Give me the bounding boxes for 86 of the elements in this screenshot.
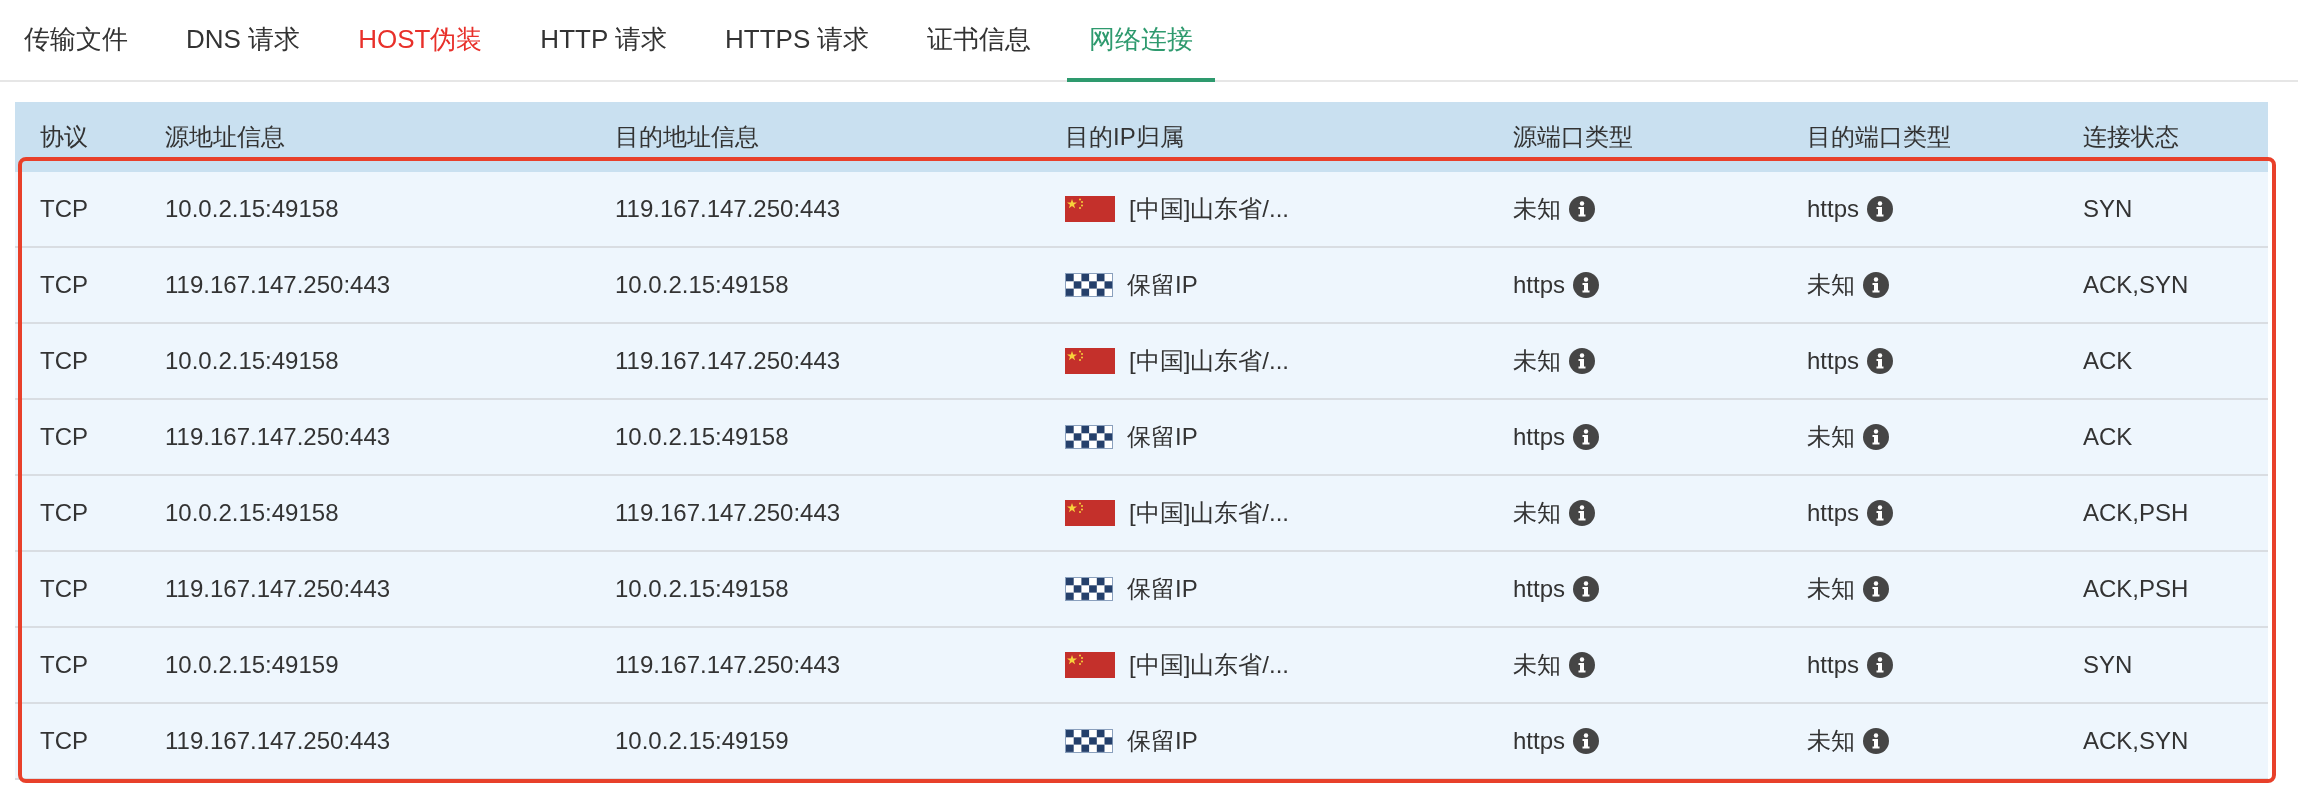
destination-port-cell-text: https bbox=[1807, 346, 1860, 376]
source-address-cell: 119.167.147.250:443 bbox=[165, 575, 391, 602]
ip-location-cell-text: [中国]山东省/... bbox=[1129, 498, 1289, 528]
info-icon[interactable] bbox=[1867, 348, 1894, 374]
source-address-cell: 119.167.147.250:443 bbox=[165, 271, 391, 298]
ip-location-cell-text: [中国]山东省/... bbox=[1129, 346, 1289, 376]
column-header: 目的地址信息 bbox=[614, 122, 760, 152]
info-icon[interactable] bbox=[1573, 728, 1600, 754]
source-address-cell: 119.167.147.250:443 bbox=[165, 727, 391, 754]
info-icon[interactable] bbox=[1863, 272, 1889, 298]
protocol-cell: TCP bbox=[40, 575, 88, 602]
protocol-cell: TCP bbox=[40, 651, 88, 678]
connection-state-cell: ACK bbox=[2083, 423, 2133, 450]
column-header: 协议 bbox=[39, 122, 89, 152]
protocol-cell: TCP bbox=[40, 271, 88, 298]
connection-state-cell: ACK bbox=[2083, 347, 2133, 374]
connection-state-cell: SYN bbox=[2083, 651, 2133, 678]
info-icon[interactable] bbox=[1569, 348, 1595, 374]
column-header: 目的IP归属 bbox=[1064, 122, 1185, 152]
tab[interactable]: 证书信息 bbox=[905, 0, 1054, 82]
tab[interactable]: 传输文件 bbox=[2, 0, 150, 82]
column-header: 源端口类型 bbox=[1512, 122, 1634, 152]
source-address-cell: 10.0.2.15:49158 bbox=[165, 347, 339, 374]
source-port-cell-text: https bbox=[1513, 270, 1566, 300]
source-port-cell-text: 未知 bbox=[1513, 346, 1561, 376]
column-header: 目的端口类型 bbox=[1806, 122, 1952, 152]
destination-address-cell: 119.167.147.250:443 bbox=[615, 347, 841, 374]
connection-state-cell: ACK,SYN bbox=[2083, 271, 2189, 298]
info-icon[interactable] bbox=[1569, 196, 1595, 222]
tab[interactable]: HTTP 请求 bbox=[518, 0, 689, 82]
protocol-cell: TCP bbox=[40, 727, 88, 754]
protocol-cell: TCP bbox=[40, 347, 88, 374]
tab[interactable]: HOST伪装 bbox=[336, 0, 505, 82]
destination-address-cell: 119.167.147.250:443 bbox=[615, 651, 841, 678]
connection-state-cell: ACK,SYN bbox=[2083, 727, 2189, 754]
source-address-cell: 10.0.2.15:49158 bbox=[165, 499, 339, 526]
destination-address-cell: 10.0.2.15:49158 bbox=[615, 575, 789, 602]
destination-address-cell: 10.0.2.15:49159 bbox=[615, 727, 789, 754]
info-icon[interactable] bbox=[1573, 424, 1600, 450]
ip-location-cell-text: 保留IP bbox=[1127, 726, 1198, 756]
destination-address-cell: 10.0.2.15:49158 bbox=[615, 423, 789, 450]
connection-state-cell: ACK,PSH bbox=[2083, 499, 2189, 526]
source-address-cell: 119.167.147.250:443 bbox=[165, 423, 391, 450]
ip-location-cell-text: 保留IP bbox=[1127, 422, 1198, 452]
protocol-cell: TCP bbox=[40, 195, 88, 222]
source-port-cell-text: https bbox=[1513, 422, 1566, 452]
ip-location-cell-text: [中国]山东省/... bbox=[1129, 650, 1289, 680]
info-icon[interactable] bbox=[1867, 652, 1894, 678]
destination-port-cell-text: 未知 bbox=[1807, 574, 1855, 604]
connection-state-cell: SYN bbox=[2083, 195, 2133, 222]
protocol-cell: TCP bbox=[40, 499, 88, 526]
source-port-cell-text: 未知 bbox=[1513, 650, 1561, 680]
destination-port-cell-text: 未知 bbox=[1807, 726, 1855, 756]
tab[interactable]: 网络连接 bbox=[1067, 0, 1216, 82]
info-icon[interactable] bbox=[1569, 652, 1595, 678]
info-icon[interactable] bbox=[1863, 576, 1889, 602]
info-icon[interactable] bbox=[1573, 576, 1600, 602]
source-port-cell-text: 未知 bbox=[1513, 194, 1561, 224]
info-icon[interactable] bbox=[1867, 196, 1894, 222]
info-icon[interactable] bbox=[1863, 424, 1889, 450]
source-address-cell: 10.0.2.15:49159 bbox=[165, 651, 339, 678]
destination-address-cell: 10.0.2.15:49158 bbox=[615, 271, 789, 298]
info-icon[interactable] bbox=[1569, 500, 1595, 526]
protocol-cell: TCP bbox=[40, 423, 88, 450]
ip-location-cell-text: 保留IP bbox=[1127, 574, 1198, 604]
column-header: 连接状态 bbox=[2082, 122, 2180, 152]
destination-port-cell-text: https bbox=[1807, 650, 1860, 680]
destination-port-cell-text: 未知 bbox=[1807, 270, 1855, 300]
destination-port-cell-text: https bbox=[1807, 194, 1860, 224]
source-port-cell-text: 未知 bbox=[1513, 498, 1561, 528]
ip-location-cell-text: 保留IP bbox=[1127, 270, 1198, 300]
connection-state-cell: ACK,PSH bbox=[2083, 575, 2189, 602]
column-header: 源地址信息 bbox=[164, 122, 286, 152]
tab[interactable]: HTTPS 请求 bbox=[703, 0, 892, 82]
tab[interactable]: DNS 请求 bbox=[164, 0, 323, 82]
source-address-cell: 10.0.2.15:49158 bbox=[165, 195, 339, 222]
info-icon[interactable] bbox=[1863, 728, 1889, 754]
source-port-cell-text: https bbox=[1513, 726, 1566, 756]
destination-address-cell: 119.167.147.250:443 bbox=[615, 499, 841, 526]
destination-port-cell-text: https bbox=[1807, 498, 1860, 528]
info-icon[interactable] bbox=[1867, 500, 1894, 526]
destination-address-cell: 119.167.147.250:443 bbox=[615, 195, 841, 222]
ip-location-cell-text: [中国]山东省/... bbox=[1129, 194, 1289, 224]
info-icon[interactable] bbox=[1573, 272, 1600, 298]
destination-port-cell-text: 未知 bbox=[1807, 422, 1855, 452]
source-port-cell-text: https bbox=[1513, 574, 1566, 604]
